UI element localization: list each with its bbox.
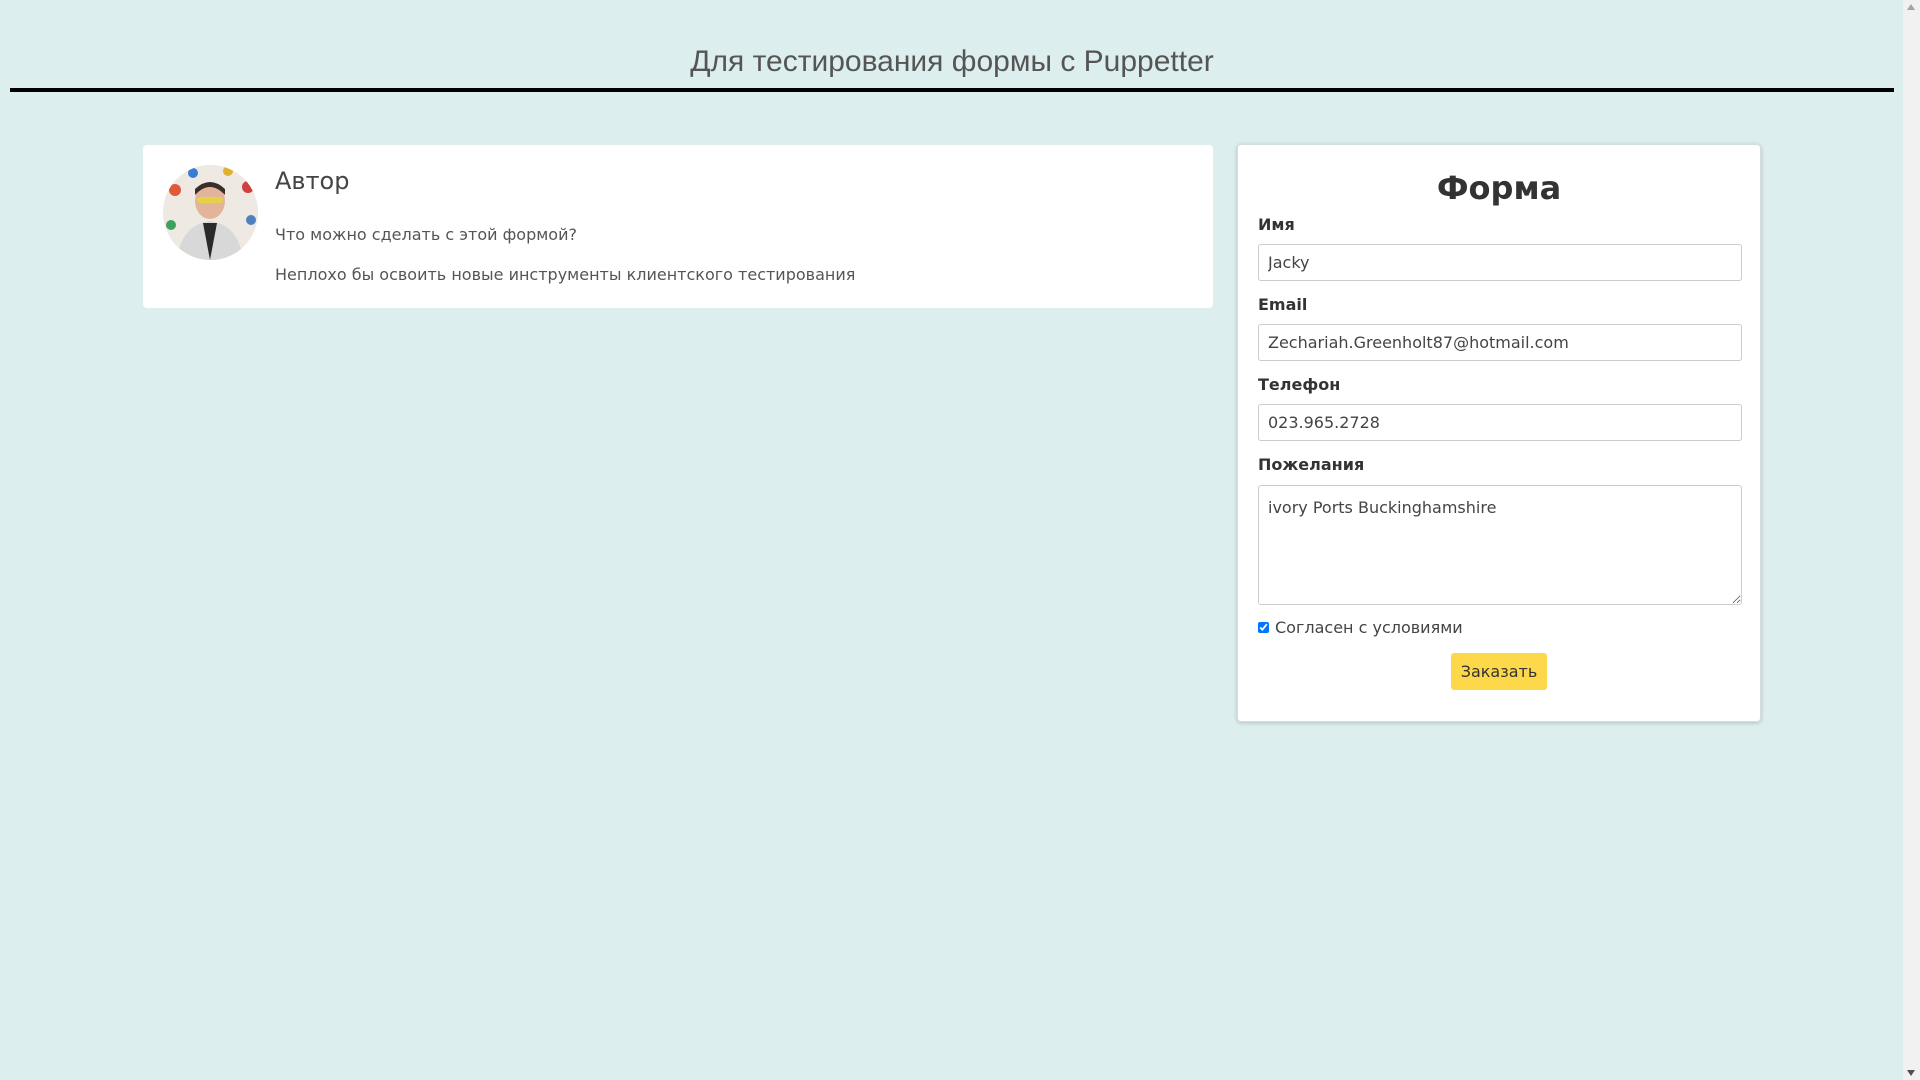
phone-input[interactable] <box>1258 404 1742 441</box>
wishes-label: Пожелания <box>1258 455 1365 474</box>
page-title: Для тестирования формы с Puppetter <box>690 45 1214 78</box>
agree-checkbox[interactable] <box>1258 622 1269 633</box>
avatar-photo-icon <box>163 165 258 260</box>
agree-row: Согласен с условиями <box>1258 618 1463 637</box>
author-question: Что можно сделать с этой формой? <box>275 225 577 244</box>
author-title: Автор <box>275 167 350 195</box>
page-header: Для тестирования формы с Puppetter <box>10 38 1894 92</box>
page: Для тестирования формы с Puppetter Автор… <box>0 0 1920 1080</box>
scroll-up-icon[interactable] <box>1907 4 1915 10</box>
phone-label: Телефон <box>1258 375 1341 394</box>
order-form: Форма Имя Email Телефон Пожелания ivory … <box>1237 144 1761 722</box>
scroll-down-icon[interactable] <box>1907 1070 1915 1076</box>
email-label: Email <box>1258 295 1308 314</box>
author-description: Неплохо бы освоить новые инструменты кли… <box>275 265 856 284</box>
form-title: Форма <box>1436 169 1562 207</box>
vertical-scrollbar[interactable] <box>1903 0 1920 1080</box>
name-label: Имя <box>1258 215 1295 234</box>
author-card: Автор Что можно сделать с этой формой? Н… <box>143 145 1213 308</box>
agree-label: Согласен с условиями <box>1275 618 1463 637</box>
email-input[interactable] <box>1258 324 1742 361</box>
name-input[interactable] <box>1258 244 1742 281</box>
submit-button[interactable]: Заказать <box>1451 653 1547 690</box>
wishes-textarea[interactable]: ivory Ports Buckinghamshire <box>1258 485 1742 605</box>
author-avatar <box>163 165 258 260</box>
